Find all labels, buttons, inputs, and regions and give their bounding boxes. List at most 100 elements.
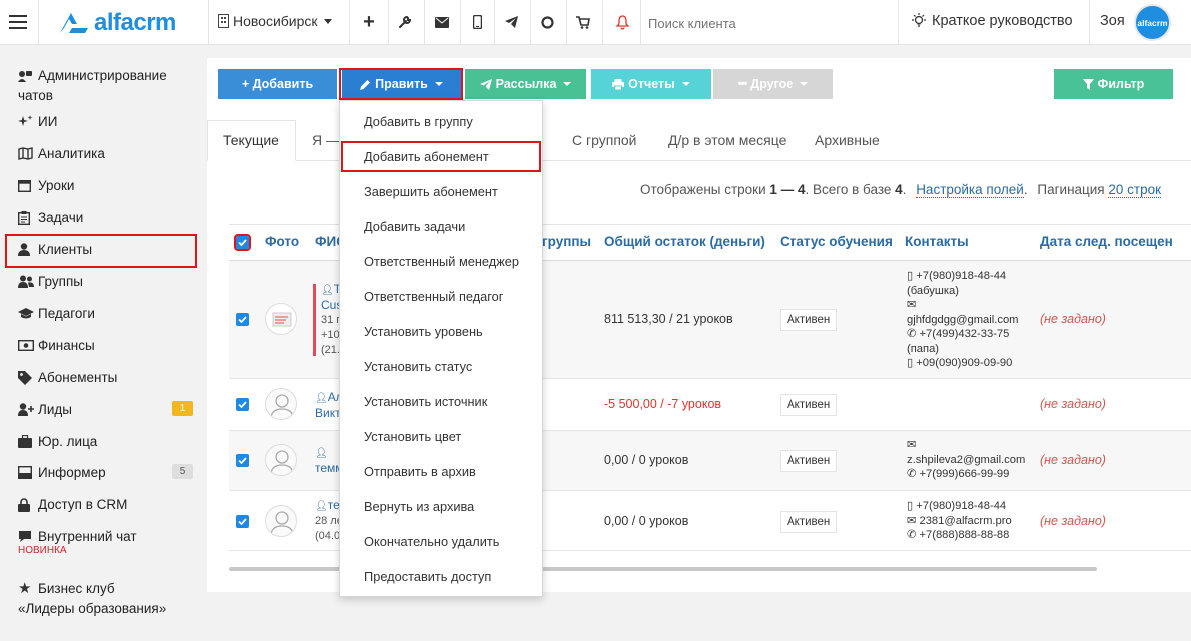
add-subscription-highlight-box	[341, 141, 541, 172]
sidebar-item-chat-admin[interactable]: Администрирование чатов	[18, 66, 167, 106]
column-header-next-visit[interactable]: Дата след. посещен	[1040, 234, 1173, 249]
sidebar-item-informer[interactable]: Информер	[18, 465, 106, 480]
contact-phone: +09(090)909-09-90	[916, 357, 1013, 369]
column-header-photo[interactable]: Фото	[265, 234, 299, 249]
client-age: 31 г	[321, 314, 339, 326]
column-header-contacts[interactable]: Контакты	[905, 234, 969, 249]
select-all-checkbox[interactable]	[234, 234, 251, 251]
logo[interactable]: alfacrm	[58, 9, 176, 37]
divider	[460, 0, 461, 45]
branch-select[interactable]: Новосибирск	[218, 13, 332, 29]
telegram-icon[interactable]	[499, 10, 523, 34]
client-search-input[interactable]	[648, 12, 888, 34]
leads-count-badge: 1	[172, 401, 193, 416]
sidebar-item-teachers[interactable]: Педагоги	[18, 306, 95, 321]
menu-item-responsible-manager[interactable]: Ответственный менеджер	[364, 254, 519, 269]
sidebar-item-crm-access[interactable]: Доступ в CRM	[18, 497, 127, 512]
bell-icon[interactable]	[610, 10, 634, 34]
mobile-phone-icon: ▯	[907, 270, 917, 282]
sidebar-item-leads[interactable]: Лиды	[18, 402, 72, 417]
menu-item-set-level[interactable]: Установить уровень	[364, 324, 483, 339]
sidebar-item-lessons[interactable]: Уроки	[18, 178, 74, 193]
rows-from: 1	[769, 182, 777, 197]
client-contacts: ▯ +7(980)918-48-44 (бабушка) ✉ gjhfdgdgg…	[907, 269, 1018, 371]
menu-item-set-color[interactable]: Установить цвет	[364, 429, 461, 444]
next-visit-value: (не задано)	[1040, 312, 1106, 326]
avatar[interactable]: alfacrm	[1134, 4, 1171, 41]
client-name-cell[interactable]: 👤︎Т Cus 31 г +10 (21.	[321, 282, 339, 358]
quick-guide-link[interactable]: Краткое руководство	[912, 13, 1073, 29]
client-name-cell[interactable]: 👤︎те 28 ле (04.0	[315, 498, 339, 544]
client-name-cell[interactable]: 👤︎ темм	[315, 445, 339, 476]
next-visit-value: (не задано)	[1040, 453, 1106, 467]
menu-item-end-subscription[interactable]: Завершить абонемент	[364, 184, 498, 199]
column-header-groups[interactable]: группы	[542, 234, 591, 249]
sidebar-item-analytics[interactable]: Аналитика	[18, 146, 105, 161]
balance-value: -5 500,00 / -7 уроков	[604, 397, 722, 411]
filter-button[interactable]: Фильтр	[1054, 69, 1173, 99]
user-plus-icon	[18, 403, 36, 416]
plus-icon[interactable]: +	[357, 10, 381, 34]
pagination-select[interactable]: 20 строк	[1108, 182, 1162, 198]
mobile-phone-icon[interactable]	[465, 10, 489, 34]
total-count: 4	[895, 182, 903, 197]
sidebar-item-business-club[interactable]: ★ Бизнес клуб «Лидеры образования»	[18, 579, 166, 619]
row-checkbox[interactable]	[236, 313, 249, 326]
sidebar-item-tasks[interactable]: Задачи	[18, 210, 83, 225]
clients-highlight-box	[5, 234, 197, 268]
sidebar-item-label: Доступ в CRM	[38, 497, 128, 512]
reports-button-label: Отчеты	[628, 77, 675, 91]
sidebar-item-ai[interactable]: ИИ	[18, 114, 57, 129]
menu-item-restore-from-archive[interactable]: Вернуть из архива	[364, 499, 474, 514]
sidebar-item-finance[interactable]: Финансы	[18, 338, 95, 353]
other-button[interactable]: ••• Другое	[713, 69, 833, 99]
wrench-icon[interactable]	[393, 10, 417, 34]
contact-phone: +7(980)918-48-44	[916, 500, 1007, 512]
menu-item-set-source[interactable]: Установить источник	[364, 394, 487, 409]
chevron-down-icon	[681, 82, 690, 86]
menu-item-grant-access[interactable]: Предоставить доступ	[364, 569, 491, 584]
menu-item-archive[interactable]: Отправить в архив	[364, 464, 476, 479]
tab-archived[interactable]: Архивные	[815, 132, 880, 148]
mailing-button-label: Рассылка	[495, 77, 557, 91]
lightbulb-icon	[912, 13, 926, 27]
tab-mine[interactable]: Я —	[312, 132, 340, 148]
tab-with-group[interactable]: С группой	[572, 132, 637, 148]
row-checkbox[interactable]	[236, 454, 249, 467]
menu-item-responsible-teacher[interactable]: Ответственный педагог	[364, 289, 503, 304]
phone-icon: ✆	[907, 468, 920, 480]
shopping-cart-icon[interactable]	[571, 10, 595, 34]
contact-note: (бабушка)	[907, 284, 959, 297]
sidebar-item-groups[interactable]: Группы	[18, 274, 83, 289]
divider	[494, 0, 495, 45]
menu-item-add-tasks[interactable]: Добавить задачи	[364, 219, 465, 234]
divider	[898, 0, 899, 45]
mailing-button[interactable]: Рассылка	[465, 69, 586, 99]
menu-item-set-status[interactable]: Установить статус	[364, 359, 472, 374]
contact-phone: +7(999)666-99-99	[919, 468, 1010, 480]
edit-button-highlight-box	[339, 68, 463, 100]
add-button[interactable]: + Добавить	[218, 69, 337, 99]
column-header-balance[interactable]: Общий остаток (деньги)	[604, 234, 765, 249]
menu-item-delete-permanently[interactable]: Окончательно удалить	[364, 534, 499, 549]
client-name-cell[interactable]: 👤︎Ал Викт	[315, 390, 339, 421]
tab-birthdays[interactable]: Д/р в этом месяце	[668, 132, 786, 148]
logo-text: alfacrm	[94, 9, 176, 36]
client-date: (21.	[321, 344, 339, 356]
row-checkbox[interactable]	[236, 398, 249, 411]
envelope-icon[interactable]	[430, 10, 454, 34]
sidebar-item-legal-entities[interactable]: Юр. лица	[18, 434, 97, 449]
phone-icon: ✆	[907, 328, 920, 340]
sidebar-item-internal-chat[interactable]: Внутренний чат НОВИНКА	[18, 529, 137, 556]
hamburger-menu-icon[interactable]	[6, 10, 30, 34]
field-settings-link[interactable]: Настройка полей	[916, 182, 1024, 198]
mobile-phone-icon: ▯	[907, 357, 917, 369]
mobile-phone-icon: ▯	[907, 500, 917, 512]
menu-item-add-to-group[interactable]: Добавить в группу	[364, 114, 473, 129]
column-header-status[interactable]: Статус обучения	[780, 234, 893, 249]
user-name[interactable]: Зоя	[1100, 13, 1125, 29]
whatsapp-icon[interactable]	[535, 10, 559, 34]
reports-button[interactable]: Отчеты	[591, 69, 711, 99]
row-checkbox[interactable]	[236, 515, 249, 528]
sidebar-item-subscriptions[interactable]: Абонементы	[18, 370, 117, 385]
